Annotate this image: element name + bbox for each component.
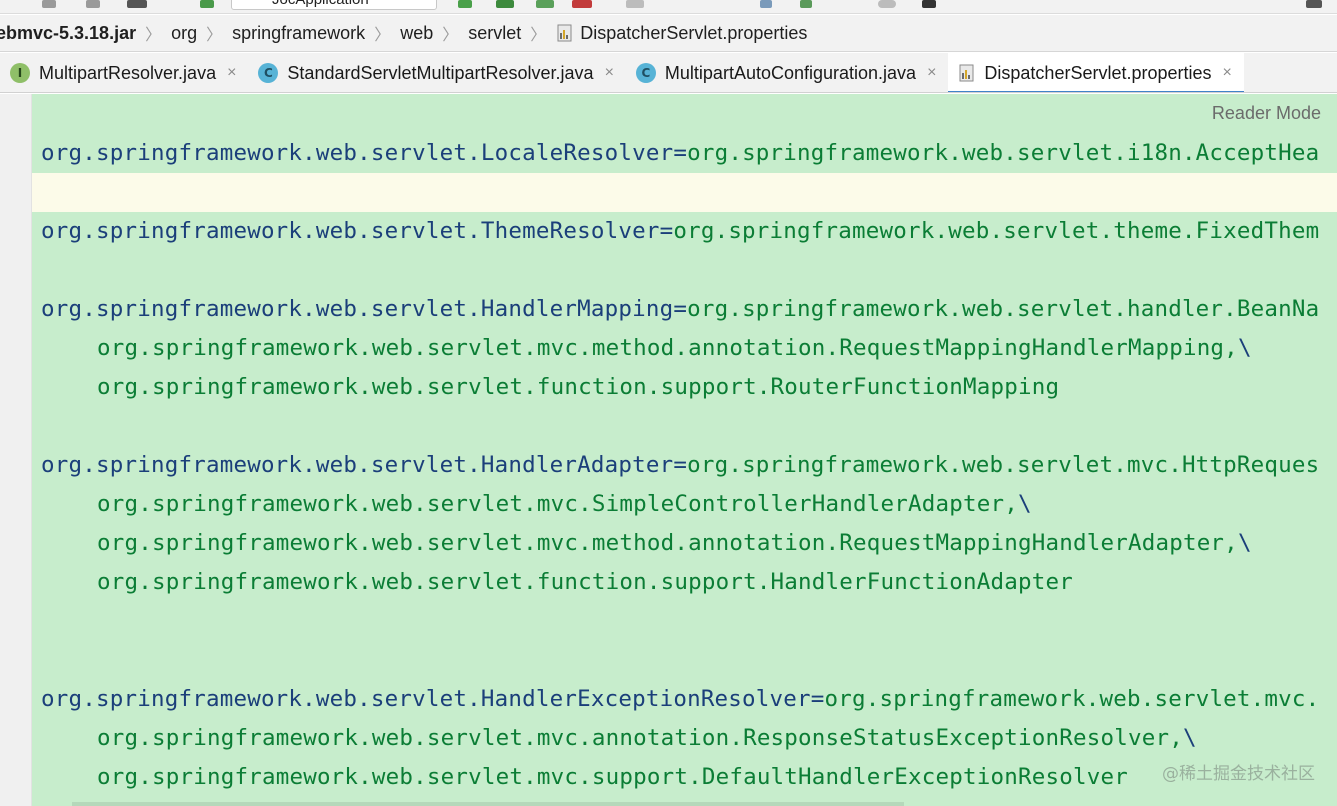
breadcrumb-item-jar[interactable]: ebmvc-5.3.18.jar: [0, 23, 136, 44]
line-continuation: \: [1182, 725, 1197, 751]
rollback-icon[interactable]: [922, 0, 936, 8]
code-editor[interactable]: Reader Mode org.springframework.web.serv…: [32, 94, 1337, 806]
property-value: org.springframework.web.servlet.mvc.meth…: [97, 335, 1238, 361]
forward-icon[interactable]: [86, 0, 100, 8]
tab-label: DispatcherServlet.properties: [984, 62, 1212, 83]
breadcrumb-item-file[interactable]: DispatcherServlet.properties: [556, 23, 807, 44]
tab-label: StandardServletMultipartResolver.java: [287, 62, 594, 83]
tab-multipart-auto-configuration[interactable]: C MultipartAutoConfiguration.java ×: [626, 53, 948, 92]
property-separator: =: [810, 686, 825, 712]
vcs-update-icon[interactable]: [760, 0, 772, 8]
line-continuation: \: [1018, 491, 1032, 517]
breadcrumb-separator: 〉: [206, 27, 223, 44]
code-line[interactable]: org.springframework.web.servlet.HandlerA…: [32, 446, 1337, 485]
property-key: org.springframework.web.servlet.HandlerA…: [41, 452, 674, 478]
coverage-icon[interactable]: [536, 0, 554, 8]
property-value: org.springframework.web.servlet.mvc.Simp…: [97, 491, 1018, 517]
tab-multipart-resolver[interactable]: I MultipartResolver.java ×: [0, 53, 248, 92]
interface-icon: I: [10, 63, 30, 83]
property-separator: =: [673, 452, 688, 478]
stop-icon[interactable]: [626, 0, 644, 8]
run-configuration-select[interactable]: JocApplication: [231, 0, 437, 10]
history-icon[interactable]: [878, 0, 896, 8]
tab-label: MultipartResolver.java: [39, 62, 217, 83]
code-line-continuation[interactable]: org.springframework.web.servlet.mvc.meth…: [32, 329, 1337, 368]
tab-standard-servlet-multipart-resolver[interactable]: C StandardServletMultipartResolver.java …: [248, 53, 626, 92]
property-key: org.springframework.web.servlet.HandlerE…: [41, 686, 811, 712]
property-separator: =: [673, 140, 688, 166]
code-line-continuation[interactable]: org.springframework.web.servlet.function…: [32, 368, 1337, 407]
breadcrumb-item-servlet[interactable]: servlet: [468, 23, 521, 44]
horizontal-scrollbar[interactable]: [72, 802, 904, 806]
breadcrumb-separator: 〉: [530, 27, 547, 44]
structure-icon[interactable]: [127, 0, 147, 8]
property-value: org.springframework.web.servlet.mvc.supp…: [97, 764, 1128, 790]
code-line-continuation[interactable]: org.springframework.web.servlet.mvc.Simp…: [32, 485, 1337, 524]
close-icon[interactable]: ×: [1223, 64, 1232, 82]
breadcrumb-separator: 〉: [442, 27, 459, 44]
watermark: @稀土掘金技术社区: [1162, 764, 1315, 784]
breadcrumb-item-web[interactable]: web: [400, 23, 433, 44]
line-continuation: \: [1237, 335, 1252, 361]
property-value: org.springframework.web.servlet.i18n.Acc…: [687, 140, 1320, 166]
close-icon[interactable]: ×: [605, 64, 614, 82]
code-line[interactable]: org.springframework.web.servlet.HandlerM…: [32, 290, 1337, 329]
breadcrumb-file-label: DispatcherServlet.properties: [580, 22, 808, 43]
build-icon[interactable]: [200, 0, 214, 8]
vcs-commit-icon[interactable]: [800, 0, 812, 8]
code-line[interactable]: org.springframework.web.servlet.LocaleRe…: [32, 134, 1337, 173]
code-line-continuation[interactable]: org.springframework.web.servlet.mvc.supp…: [32, 758, 1337, 797]
breadcrumb-item-org[interactable]: org: [171, 23, 197, 44]
close-icon[interactable]: ×: [927, 64, 936, 82]
property-key: org.springframework.web.servlet.LocaleRe…: [41, 140, 674, 166]
profile-icon[interactable]: [572, 0, 592, 8]
code-line[interactable]: org.springframework.web.servlet.HandlerE…: [32, 680, 1337, 719]
class-icon: C: [635, 63, 656, 83]
property-value: org.springframework.web.servlet.function…: [97, 569, 1073, 595]
main-toolbar: JocApplication: [0, 0, 1337, 14]
class-icon: C: [258, 63, 279, 83]
close-icon[interactable]: ×: [227, 64, 236, 82]
property-separator: =: [659, 218, 674, 244]
breadcrumb-item-springframework[interactable]: springframework: [232, 23, 365, 44]
run-icon[interactable]: [458, 0, 472, 8]
reader-mode-button[interactable]: Reader Mode: [1212, 103, 1321, 124]
property-value: org.springframework.web.servlet.mvc.: [824, 686, 1320, 712]
editor-tabs: I MultipartResolver.java × C StandardSer…: [0, 53, 1337, 93]
property-value: org.springframework.web.servlet.mvc.anno…: [97, 725, 1183, 751]
code-line-continuation[interactable]: org.springframework.web.servlet.mvc.anno…: [32, 719, 1337, 758]
tab-dispatcher-servlet-properties[interactable]: DispatcherServlet.properties ×: [948, 53, 1245, 92]
line-continuation: \: [1237, 530, 1252, 556]
debug-icon[interactable]: [496, 0, 514, 8]
property-value: org.springframework.web.servlet.mvc.Http…: [687, 452, 1320, 478]
code-line-current[interactable]: [32, 173, 1337, 212]
property-key: org.springframework.web.servlet.HandlerM…: [41, 296, 674, 322]
property-key: org.springframework.web.servlet.ThemeRes…: [41, 218, 660, 244]
property-value: org.springframework.web.servlet.function…: [97, 374, 1060, 400]
code-line-continuation[interactable]: org.springframework.web.servlet.function…: [32, 563, 1337, 602]
property-value: org.springframework.web.servlet.handler.…: [687, 296, 1320, 322]
breadcrumb-separator: 〉: [145, 27, 162, 44]
editor-gutter[interactable]: [0, 94, 32, 806]
search-everywhere-icon[interactable]: [1306, 0, 1322, 8]
tab-label: MultipartAutoConfiguration.java: [664, 62, 917, 83]
property-value: org.springframework.web.servlet.theme.Fi…: [673, 218, 1320, 244]
property-separator: =: [673, 296, 688, 322]
back-icon[interactable]: [42, 0, 56, 8]
breadcrumb: ebmvc-5.3.18.jar 〉 org 〉 springframework…: [0, 15, 1337, 52]
properties-file-icon: [958, 64, 976, 82]
code-line-continuation[interactable]: org.springframework.web.servlet.mvc.meth…: [32, 524, 1337, 563]
breadcrumb-separator: 〉: [374, 27, 391, 44]
code-line[interactable]: org.springframework.web.servlet.ThemeRes…: [32, 212, 1337, 251]
properties-file-icon: [556, 24, 574, 42]
property-value: org.springframework.web.servlet.mvc.meth…: [97, 530, 1238, 556]
